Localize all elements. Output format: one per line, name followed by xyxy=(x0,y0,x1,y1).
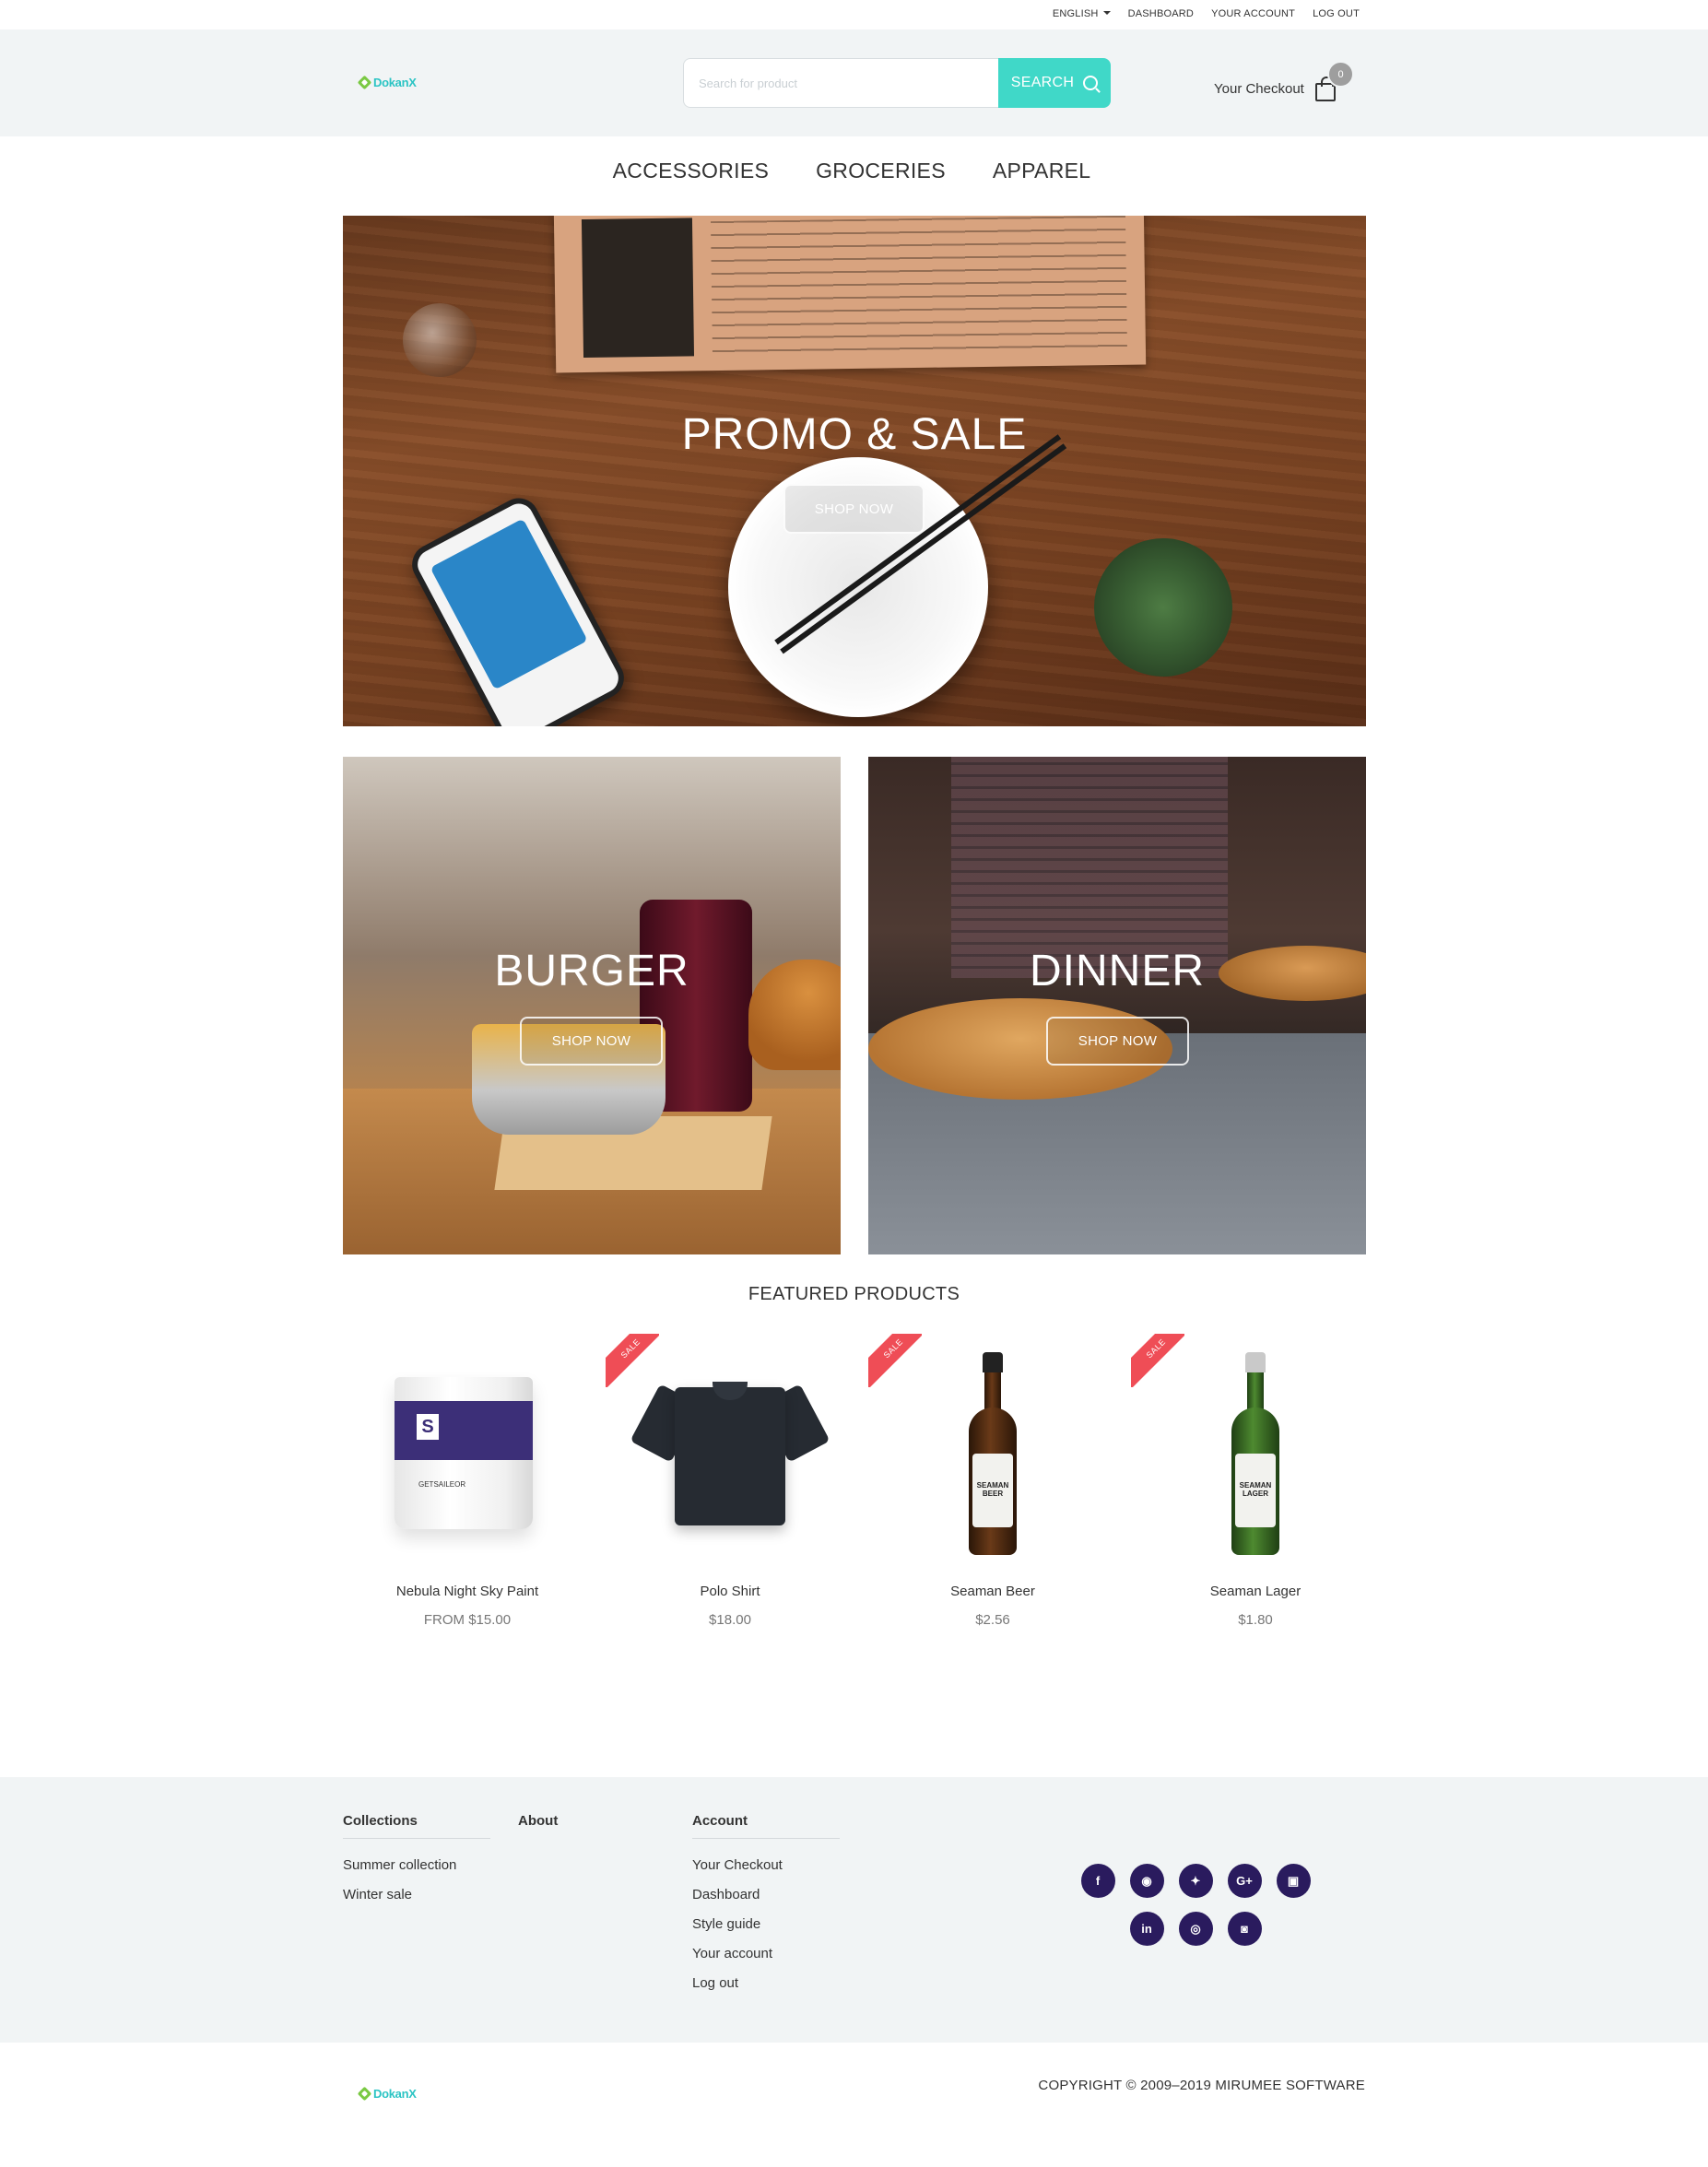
dinner-shop-now-button[interactable]: SHOP NOW xyxy=(1046,1017,1189,1066)
bottle-label-text: SEAMAN LAGER xyxy=(1239,1481,1272,1498)
logo-diamond-icon xyxy=(357,2086,372,2102)
footer-account: Account Your Checkout Dashboard Style gu… xyxy=(692,1813,840,2005)
linkedin-icon[interactable]: in xyxy=(1129,1912,1164,1946)
polo-shirt-image xyxy=(630,1369,830,1530)
nav-item-groceries[interactable]: GROCERIES xyxy=(816,159,946,183)
product-card[interactable]: SALE SEAMAN BEER Seaman Beer $2.56 xyxy=(868,1334,1117,1628)
bucket-brand-text: GETSAILEOR xyxy=(418,1480,466,1489)
checkout-label: Your Checkout xyxy=(1214,80,1304,97)
language-selector[interactable]: ENGLISH xyxy=(1053,8,1111,19)
featured-products-heading: FEATURED PRODUCTS xyxy=(748,1284,960,1304)
shopping-bag-icon xyxy=(1314,77,1336,101)
log-out-link[interactable]: LOG OUT xyxy=(1313,8,1360,19)
github-icon[interactable]: ◉ xyxy=(1129,1864,1164,1898)
product-image[interactable]: SALE SEAMAN BEER xyxy=(868,1334,1117,1569)
logo-text: DokanX xyxy=(373,76,417,89)
copyright-text: COPYRIGHT © 2009–2019 MIRUMEE SOFTWARE xyxy=(1038,2078,1365,2093)
footer-heading-collections: Collections xyxy=(343,1813,490,1839)
product-name[interactable]: Seaman Beer xyxy=(868,1584,1117,1599)
dinner-banner[interactable]: DINNER SHOP NOW xyxy=(868,757,1366,1254)
footer-link-winter-sale[interactable]: Winter sale xyxy=(343,1887,490,1902)
instagram-icon[interactable]: ◙ xyxy=(1227,1912,1262,1946)
site-logo[interactable]: DokanX xyxy=(357,75,417,90)
search-bar: SEARCH xyxy=(683,58,1111,108)
search-input[interactable] xyxy=(683,58,998,108)
sale-ribbon: SALE xyxy=(606,1334,659,1387)
promo-shop-now-button[interactable]: SHOP NOW xyxy=(783,484,925,534)
product-price: FROM $15.00 xyxy=(423,1612,512,1628)
succulent-image xyxy=(1094,538,1232,677)
top-utility-bar: ENGLISH DASHBOARD YOUR ACCOUNT LOG OUT xyxy=(0,0,1708,29)
checkout-link[interactable]: Your Checkout xyxy=(1214,76,1336,101)
footer-collections: Collections Summer collection Winter sal… xyxy=(343,1813,490,1916)
footer-about: About xyxy=(518,1813,558,1838)
lager-bottle-image: SEAMAN LAGER xyxy=(1228,1352,1283,1557)
facebook-icon[interactable]: f xyxy=(1080,1864,1115,1898)
paint-bucket-image: S GETSAILEOR xyxy=(395,1377,533,1529)
search-icon xyxy=(1083,76,1099,90)
dashboard-link[interactable]: DASHBOARD xyxy=(1128,8,1194,19)
nav-item-accessories[interactable]: ACCESSORIES xyxy=(613,159,769,183)
twitter-icon[interactable]: ✦ xyxy=(1178,1864,1213,1898)
footer-link-dashboard[interactable]: Dashboard xyxy=(692,1887,840,1902)
bottle-label-text: SEAMAN BEER xyxy=(976,1481,1009,1498)
product-card[interactable]: SALE Polo Shirt $18.00 xyxy=(606,1334,854,1628)
footer-link-your-checkout[interactable]: Your Checkout xyxy=(692,1857,840,1873)
cart-count-badge: 0 xyxy=(1327,61,1354,88)
glass-image xyxy=(403,303,477,377)
bottom-bar: DokanX COPYRIGHT © 2009–2019 MIRUMEE SOF… xyxy=(0,2043,1708,2167)
burger-banner-title: BURGER xyxy=(494,947,689,995)
burger-banner[interactable]: BURGER SHOP NOW xyxy=(343,757,841,1254)
product-price: $1.80 xyxy=(1238,1612,1273,1628)
promo-banner-title: PROMO & SALE xyxy=(681,410,1028,459)
product-price: $18.00 xyxy=(709,1612,751,1628)
featured-products-grid: S GETSAILEOR Nebula Night Sky Paint FROM… xyxy=(343,1334,1380,1628)
category-nav: ACCESSORIES GROCERIES APPAREL xyxy=(0,159,1708,183)
google-plus-icon[interactable]: G+ xyxy=(1227,1864,1262,1898)
logo-diamond-icon xyxy=(357,75,372,90)
product-image[interactable]: S GETSAILEOR xyxy=(343,1334,592,1569)
social-links: f ◉ ✦ G+ ▣ in ◎ ◙ xyxy=(1057,1864,1334,1946)
caret-down-icon xyxy=(1102,11,1111,15)
site-footer: Collections Summer collection Winter sal… xyxy=(0,1777,1708,2043)
brick-wall-image xyxy=(951,757,1228,978)
product-name[interactable]: Nebula Night Sky Paint xyxy=(343,1584,592,1599)
footer-logo[interactable]: DokanX xyxy=(357,2086,417,2102)
language-label: ENGLISH xyxy=(1052,8,1099,19)
site-header: DokanX SEARCH Your Checkout 0 xyxy=(0,29,1708,136)
menu-card-image xyxy=(553,216,1147,373)
logo-text: DokanX xyxy=(373,2087,417,2101)
nav-item-apparel[interactable]: APPAREL xyxy=(993,159,1091,183)
picture-icon[interactable]: ▣ xyxy=(1276,1864,1311,1898)
product-price: $2.56 xyxy=(975,1612,1010,1628)
product-card[interactable]: SALE SEAMAN LAGER Seaman Lager $1.80 xyxy=(1131,1334,1380,1628)
footer-heading-account: Account xyxy=(692,1813,840,1839)
sale-ribbon: SALE xyxy=(1131,1334,1184,1387)
your-account-link[interactable]: YOUR ACCOUNT xyxy=(1211,8,1295,19)
brand-s-logo: S xyxy=(417,1414,439,1440)
footer-link-your-account[interactable]: Your account xyxy=(692,1946,840,1961)
product-image[interactable]: SALE SEAMAN LAGER xyxy=(1131,1334,1380,1569)
footer-link-style-guide[interactable]: Style guide xyxy=(692,1916,840,1932)
promo-banner[interactable]: PROMO & SALE SHOP NOW xyxy=(343,216,1366,726)
dribbble-icon[interactable]: ◎ xyxy=(1178,1912,1213,1946)
product-card[interactable]: S GETSAILEOR Nebula Night Sky Paint FROM… xyxy=(343,1334,592,1628)
footer-link-log-out[interactable]: Log out xyxy=(692,1975,840,1991)
beer-bottle-image: SEAMAN BEER xyxy=(965,1352,1020,1557)
product-name[interactable]: Polo Shirt xyxy=(606,1584,854,1599)
dinner-banner-title: DINNER xyxy=(1029,947,1205,995)
burger-shop-now-button[interactable]: SHOP NOW xyxy=(520,1017,663,1066)
search-button-label: SEARCH xyxy=(1010,75,1075,90)
search-button[interactable]: SEARCH xyxy=(998,58,1111,108)
footer-link-summer-collection[interactable]: Summer collection xyxy=(343,1857,490,1873)
product-image[interactable]: SALE xyxy=(606,1334,854,1569)
sale-ribbon: SALE xyxy=(868,1334,922,1387)
product-name[interactable]: Seaman Lager xyxy=(1131,1584,1380,1599)
top-links: ENGLISH DASHBOARD YOUR ACCOUNT LOG OUT xyxy=(1053,8,1360,19)
footer-heading-about[interactable]: About xyxy=(518,1813,558,1838)
